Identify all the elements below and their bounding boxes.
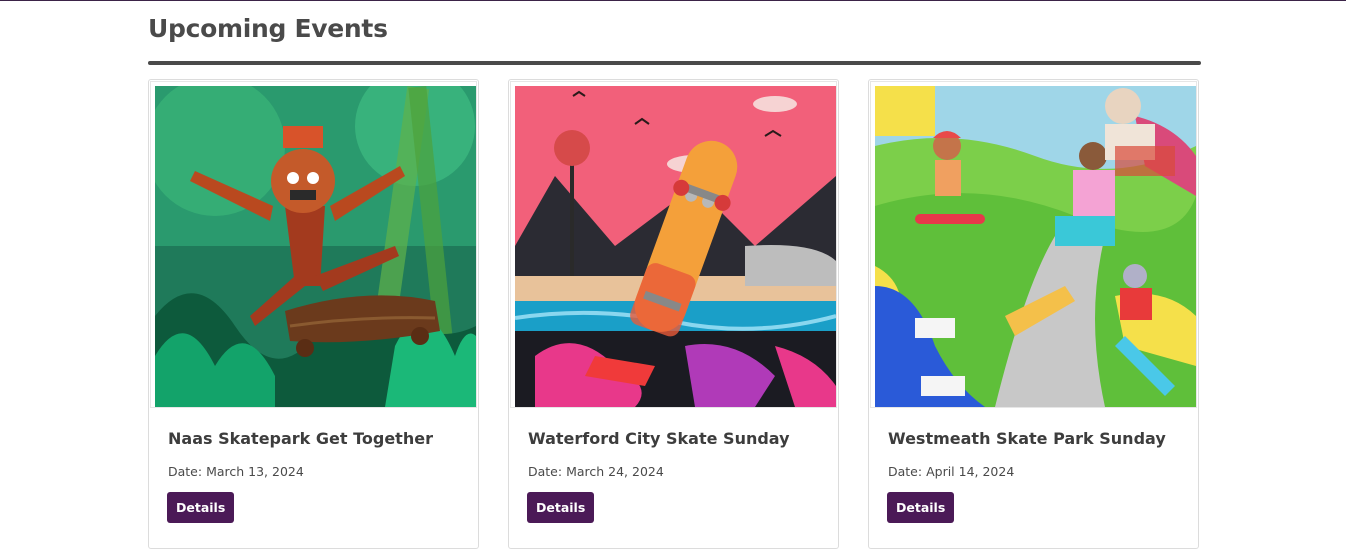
section-divider xyxy=(148,61,1201,65)
group-skaters-illustration xyxy=(875,86,1196,407)
event-date: Date: March 24, 2024 xyxy=(528,464,664,479)
event-image[interactable] xyxy=(510,81,837,408)
event-title: Naas Skatepark Get Together xyxy=(168,429,433,448)
event-title: Westmeath Skate Park Sunday xyxy=(888,429,1166,448)
event-date-label: Date: xyxy=(888,464,923,479)
section-title: Upcoming Events xyxy=(148,14,388,43)
events-grid: Naas Skatepark Get Together Date: March … xyxy=(148,79,1201,549)
event-date-label: Date: xyxy=(528,464,563,479)
event-date-value: April 14, 2024 xyxy=(926,464,1015,479)
jungle-skater-illustration xyxy=(155,86,476,407)
event-card: Naas Skatepark Get Together Date: March … xyxy=(148,79,479,549)
pink-sky-skateboard-illustration xyxy=(515,86,836,407)
event-card: Waterford City Skate Sunday Date: March … xyxy=(508,79,839,549)
details-button[interactable]: Details xyxy=(527,492,595,523)
event-date-value: March 13, 2024 xyxy=(206,464,304,479)
top-border xyxy=(0,0,1346,1)
upcoming-events-section: Upcoming Events xyxy=(148,12,1201,46)
event-title: Waterford City Skate Sunday xyxy=(528,429,790,448)
event-date: Date: April 14, 2024 xyxy=(888,464,1014,479)
details-button[interactable]: Details xyxy=(167,492,235,523)
event-date: Date: March 13, 2024 xyxy=(168,464,304,479)
event-card: Westmeath Skate Park Sunday Date: April … xyxy=(868,79,1199,549)
event-date-value: March 24, 2024 xyxy=(566,464,664,479)
details-button[interactable]: Details xyxy=(887,492,955,523)
event-date-label: Date: xyxy=(168,464,203,479)
event-image[interactable] xyxy=(870,81,1197,408)
event-image[interactable] xyxy=(150,81,477,408)
